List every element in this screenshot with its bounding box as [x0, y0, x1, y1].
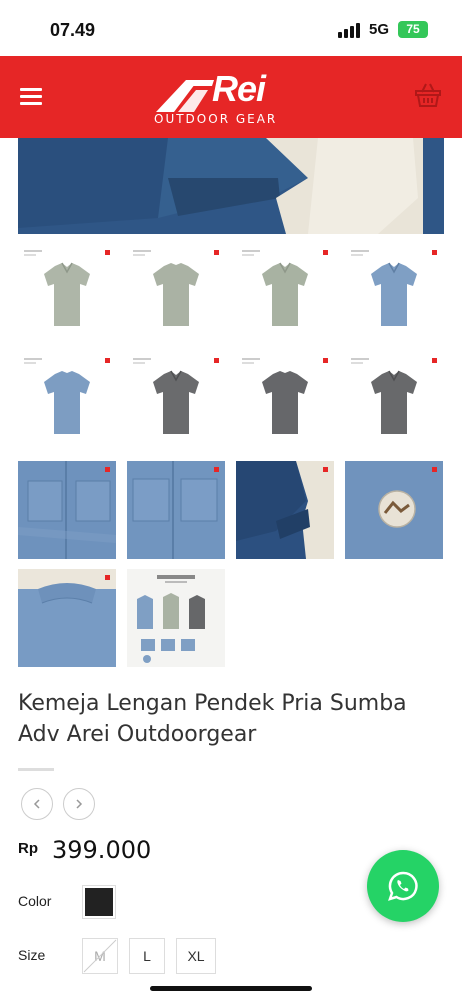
- shirt-image: [44, 262, 90, 326]
- shirt-image: [262, 262, 308, 326]
- gallery-thumbnail[interactable]: [18, 461, 116, 559]
- shirt-image: [371, 370, 417, 434]
- whatsapp-chat-button[interactable]: [367, 850, 439, 922]
- logo-patch-image: [345, 461, 443, 559]
- gallery-thumbnail[interactable]: [236, 352, 334, 450]
- shirt-image: [153, 370, 199, 434]
- title-divider: [18, 768, 54, 771]
- price-currency: Rp: [18, 840, 38, 857]
- promo-image: [127, 569, 225, 667]
- shopping-basket-icon[interactable]: [414, 82, 442, 108]
- gallery-thumbnail[interactable]: [127, 352, 225, 450]
- unavailable-strike-icon: [83, 939, 116, 972]
- pocket-detail-image: [18, 461, 116, 559]
- gallery-thumbnail[interactable]: [18, 244, 116, 342]
- size-option-label: L: [143, 948, 151, 964]
- logo-subtitle: OUTDOOR GEAR: [154, 112, 278, 126]
- gallery-thumbnail[interactable]: [236, 461, 334, 559]
- signal-icon: [338, 22, 364, 38]
- gallery-thumbnail[interactable]: [345, 352, 443, 450]
- collar-detail-image: [18, 569, 116, 667]
- size-label: Size: [18, 947, 46, 963]
- battery-icon: 75: [398, 21, 428, 38]
- gallery-thumbnail[interactable]: [345, 461, 443, 559]
- chevron-right-icon: [76, 799, 83, 809]
- gallery-thumbnail[interactable]: [236, 244, 334, 342]
- logo-mountain-icon: [156, 80, 214, 112]
- hamburger-menu-icon[interactable]: [20, 88, 42, 105]
- shirt-image: [44, 371, 90, 434]
- gallery-thumbnail[interactable]: [18, 569, 116, 667]
- next-product-button[interactable]: [63, 788, 95, 820]
- brand-logo[interactable]: Rei OUTDOOR GEAR: [150, 68, 312, 128]
- whatsapp-icon: [388, 871, 418, 901]
- main-product-image[interactable]: [18, 138, 444, 234]
- previous-product-button[interactable]: [21, 788, 53, 820]
- size-option-label: XL: [187, 948, 205, 964]
- chevron-left-icon: [33, 799, 40, 809]
- gallery-thumbnail[interactable]: [18, 352, 116, 450]
- color-swatch-black[interactable]: [82, 885, 116, 919]
- shirt-image: [371, 262, 417, 326]
- network-type: 5G: [369, 21, 390, 38]
- size-option-m[interactable]: M: [82, 938, 118, 974]
- gallery-thumbnail[interactable]: [127, 569, 225, 667]
- status-bar: 07.49 5G 75: [0, 0, 462, 56]
- pocket-detail-image: [127, 461, 225, 559]
- size-option-xl[interactable]: XL: [176, 938, 216, 974]
- shirt-image: [153, 263, 199, 326]
- home-indicator[interactable]: [150, 986, 312, 991]
- shirt-image: [262, 371, 308, 434]
- logo-wordmark: Rei: [212, 68, 266, 109]
- gallery-thumbnail[interactable]: [345, 244, 443, 342]
- status-time: 07.49: [50, 20, 96, 40]
- color-label: Color: [18, 893, 52, 909]
- gallery-thumbnail[interactable]: [127, 461, 225, 559]
- sleeve-detail-image: [236, 461, 334, 559]
- gallery-thumbnail[interactable]: [127, 244, 225, 342]
- product-title: Kemeja Lengan Pendek Pria Sumba Adv Arei…: [18, 691, 407, 747]
- price-amount: 399.000: [52, 836, 152, 864]
- size-option-l[interactable]: L: [129, 938, 165, 974]
